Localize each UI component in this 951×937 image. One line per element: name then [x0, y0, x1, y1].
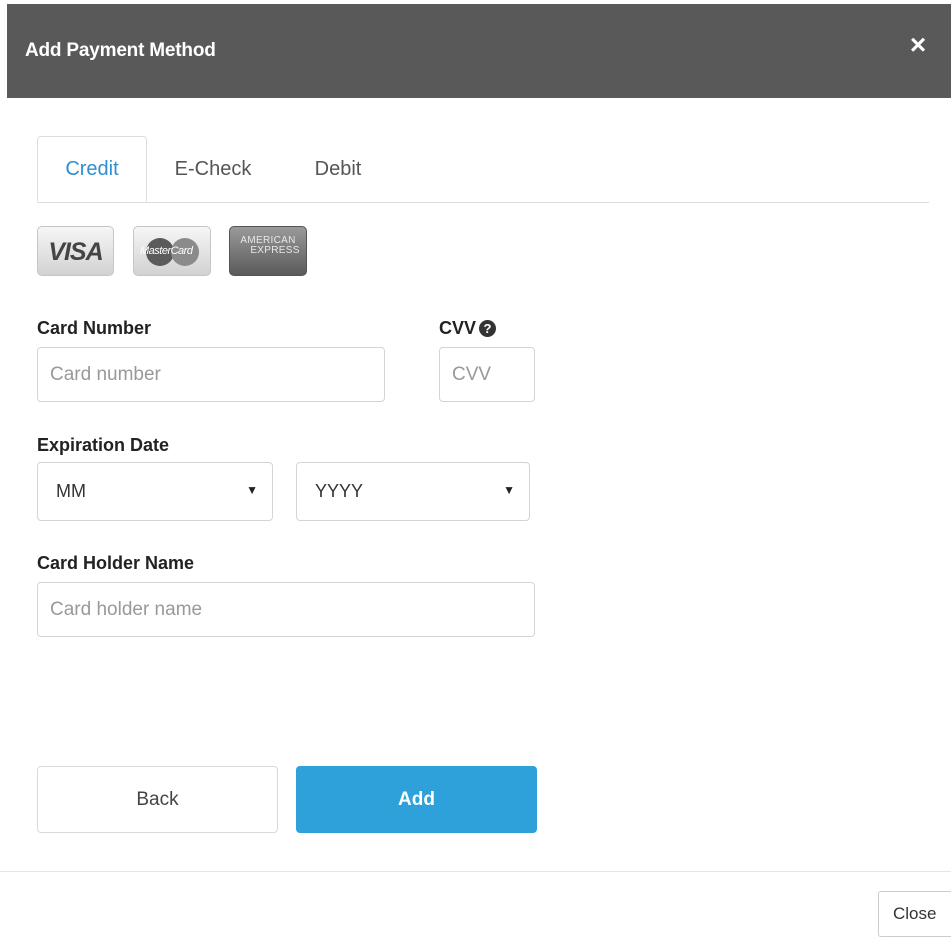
modal-header: Add Payment Method × [7, 4, 951, 98]
card-number-label: Card Number [37, 318, 152, 338]
visa-logo-text: VISA [48, 238, 103, 266]
chevron-down-icon: ▼ [246, 483, 258, 497]
card-holder-name-label: Card Holder Name [37, 553, 195, 573]
close-button[interactable]: Close [878, 891, 951, 937]
tab-credit[interactable]: Credit [37, 136, 147, 202]
expiration-year-value: YYYY [315, 481, 364, 501]
expiration-month-select[interactable]: MM ▼ [37, 462, 273, 521]
question-circle-icon[interactable]: ? [479, 320, 497, 337]
chevron-down-icon: ▼ [503, 483, 515, 497]
tab-debit[interactable]: Debit [293, 136, 383, 202]
expiration-date-label: Expiration Date [37, 435, 170, 455]
add-button[interactable]: Add [296, 766, 537, 833]
cvv-label-group: CVV? [439, 318, 497, 339]
payment-type-tabs: Credit E-Check Debit [37, 136, 929, 203]
amex-logo-line2: EXPRESS [250, 245, 300, 256]
mastercard-logo-text: MasterCard [140, 245, 193, 257]
mastercard-logo: MasterCard [133, 226, 211, 276]
visa-logo: VISA [37, 226, 114, 276]
footer-divider [0, 871, 951, 872]
amex-logo: AMERICAN EXPRESS [229, 226, 307, 276]
expiration-month-value: MM [56, 481, 86, 501]
modal-title: Add Payment Method [25, 40, 216, 61]
tab-echeck[interactable]: E-Check [151, 136, 275, 202]
close-icon[interactable]: × [907, 31, 929, 59]
card-holder-name-input[interactable] [37, 582, 535, 637]
cvv-label: CVV [439, 318, 477, 338]
card-number-input[interactable] [37, 347, 385, 402]
back-button[interactable]: Back [37, 766, 278, 833]
expiration-year-select[interactable]: YYYY ▼ [296, 462, 530, 521]
cvv-input[interactable] [439, 347, 535, 402]
